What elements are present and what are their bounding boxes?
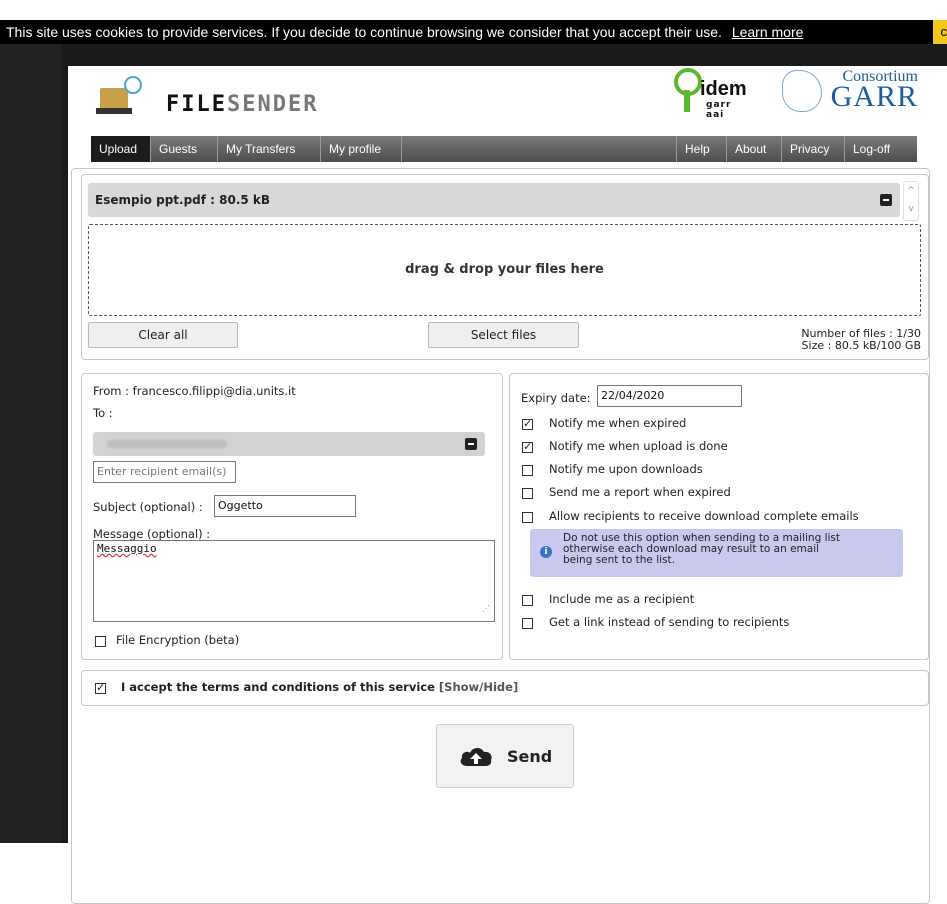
file-encryption-checkbox[interactable] — [95, 636, 106, 647]
cloud-upload-icon — [460, 747, 492, 766]
select-files-button[interactable]: Select files — [428, 322, 579, 348]
remove-recipient-icon[interactable] — [465, 438, 477, 450]
dropzone[interactable]: drag & drop your files here — [88, 224, 921, 316]
subject-input[interactable]: Oggetto — [214, 495, 356, 517]
get-link-label: Get a link instead of sending to recipie… — [549, 615, 790, 629]
file-entry-label: Esempio ppt.pdf : 80.5 kB — [95, 193, 271, 207]
notify-upload-done-label: Notify me when upload is done — [549, 439, 728, 453]
file-encryption-label: File Encryption (beta) — [116, 633, 240, 647]
recipient-chip[interactable] — [93, 432, 485, 456]
send-label: Send — [507, 747, 553, 766]
mailing-list-warning: i Do not use this option when sending to… — [530, 529, 903, 577]
cookie-message: This site uses cookies to provide servic… — [6, 20, 803, 44]
clear-all-button[interactable]: Clear all — [88, 322, 238, 348]
recipient-input[interactable]: Enter recipient email(s) — [93, 461, 236, 483]
notify-expired-label: Notify me when expired — [549, 416, 687, 430]
from-label: From : francesco.filippi@dia.units.it — [93, 384, 296, 398]
report-expired-label: Send me a report when expired — [549, 485, 731, 499]
nav-help[interactable]: Help — [676, 136, 726, 162]
file-list-scrollbar[interactable]: ^ v — [903, 181, 919, 221]
info-line-3: being sent to the list. — [563, 554, 675, 566]
idem-subtext: garr aai — [706, 100, 732, 120]
include-me-checkbox[interactable] — [522, 595, 533, 606]
idem-text: idem — [700, 78, 747, 100]
idem-logo[interactable]: idem garr aai — [672, 66, 747, 120]
nav-guests[interactable]: Guests — [151, 136, 218, 162]
include-me-label: Include me as a recipient — [549, 592, 695, 606]
notify-expired-checkbox[interactable] — [522, 417, 533, 430]
terms-label: I accept the terms and conditions of thi… — [121, 680, 518, 694]
subject-label: Subject (optional) : — [93, 500, 203, 514]
expiry-date-input[interactable]: 22/04/2020 — [597, 385, 742, 407]
nav-log-off[interactable]: Log-off — [844, 136, 917, 162]
message-label: Message (optional) : — [93, 527, 211, 541]
recipient-email-blurred — [107, 440, 227, 448]
italy-map-icon — [782, 70, 822, 112]
learn-more-link[interactable]: Learn more — [732, 24, 804, 40]
notify-upload-done-checkbox[interactable] — [522, 440, 533, 453]
garr-logo[interactable]: Consortium GARR — [778, 66, 918, 118]
cookie-banner: This site uses cookies to provide servic… — [0, 20, 947, 44]
to-label: To : — [93, 406, 113, 420]
top-blank-band — [0, 0, 947, 20]
brand-name-light: SENDER — [226, 92, 319, 117]
info-icon: i — [540, 546, 552, 558]
allow-download-emails-label: Allow recipients to receive download com… — [549, 509, 859, 523]
nav-upload[interactable]: Upload — [91, 136, 151, 162]
terms-toggle-link[interactable]: [Show/Hide] — [439, 680, 518, 694]
expiry-label: Expiry date: — [521, 391, 591, 405]
terms-text: I accept the terms and conditions of thi… — [121, 680, 435, 694]
nav-my-transfers[interactable]: My Transfers — [218, 136, 321, 162]
nav-privacy[interactable]: Privacy — [781, 136, 844, 162]
key-stem — [684, 90, 690, 112]
remove-file-icon[interactable] — [880, 194, 892, 206]
garr-text: GARR — [830, 80, 918, 113]
brand-name: FILESENDER — [166, 92, 318, 117]
message-textarea[interactable]: Messaggio ⋰ — [93, 540, 495, 622]
cookie-accept-button[interactable]: c — [933, 20, 947, 44]
file-counts: Number of files : 1/30 Size : 80.5 kB/10… — [801, 328, 921, 352]
cookie-text: This site uses cookies to provide servic… — [6, 24, 722, 40]
file-entry[interactable]: Esempio ppt.pdf : 80.5 kB — [88, 183, 900, 217]
notify-downloads-checkbox[interactable] — [522, 465, 533, 476]
message-text: Messaggio — [97, 542, 157, 555]
terms-checkbox[interactable] — [95, 681, 106, 694]
total-size: Size : 80.5 kB/100 GB — [801, 339, 921, 352]
clock-icon — [124, 76, 142, 94]
get-link-checkbox[interactable] — [522, 618, 533, 629]
send-button[interactable]: Send — [436, 724, 574, 788]
nav-about[interactable]: About — [726, 136, 781, 162]
nav-my-profile[interactable]: My profile — [321, 136, 402, 162]
package-icon — [96, 88, 132, 114]
brand-name-bold: FILE — [166, 92, 227, 117]
main-page: FILESENDER idem garr aai Consortium GARR… — [68, 66, 947, 904]
notify-downloads-label: Notify me upon downloads — [549, 462, 703, 476]
allow-download-emails-checkbox[interactable] — [522, 512, 533, 523]
report-expired-checkbox[interactable] — [522, 488, 533, 499]
left-margin — [0, 44, 62, 843]
main-nav: Upload Guests My Transfers My profile He… — [91, 136, 917, 162]
resize-handle-icon[interactable]: ⋰ — [482, 601, 490, 617]
